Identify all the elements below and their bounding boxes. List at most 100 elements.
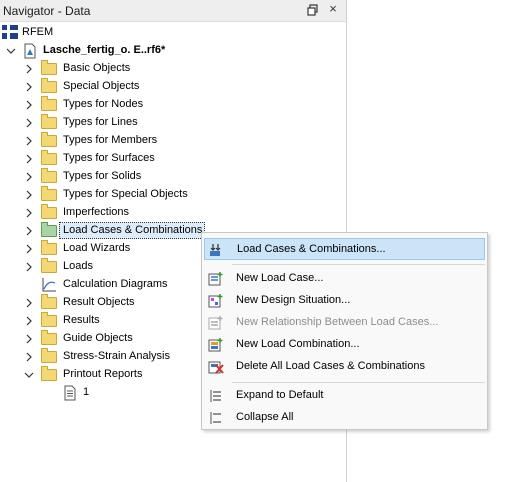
chevron-right-icon[interactable]: [23, 332, 35, 346]
tree-item-types-for-lines[interactable]: Types for Lines: [0, 114, 346, 132]
folder-icon: [41, 330, 57, 347]
load-cases-icon: [209, 242, 225, 258]
folder-open-icon: [41, 366, 57, 383]
folder-icon: [41, 168, 57, 185]
folder-icon: [41, 240, 57, 257]
close-icon[interactable]: ×: [326, 2, 340, 16]
chevron-right-icon[interactable]: [23, 62, 35, 76]
folder-icon: [41, 348, 57, 365]
pin-icon[interactable]: [306, 3, 320, 17]
model-label: Lasche_fertig_o. E..rf6*: [43, 44, 166, 56]
tree-item-label: Guide Objects: [63, 332, 133, 344]
menu-item-load-cases-combinations[interactable]: Load Cases & Combinations...: [204, 238, 485, 260]
folder-icon: [41, 294, 57, 311]
menu-item-collapse-all[interactable]: Collapse All: [204, 407, 485, 429]
menu-item-label: New Design Situation...: [236, 294, 351, 306]
report-document-icon: [62, 385, 78, 401]
menu-item-label: New Relationship Between Load Cases...: [236, 316, 439, 328]
new-load-combination-icon: [208, 337, 224, 353]
tree-root-rfem[interactable]: RFEM: [0, 24, 346, 42]
chevron-right-icon[interactable]: [23, 116, 35, 130]
menu-item-new-design-situation[interactable]: New Design Situation...: [204, 290, 485, 312]
tree-root-label: RFEM: [22, 26, 54, 38]
chevron-down-icon[interactable]: [5, 44, 17, 58]
chevron-right-icon[interactable]: [23, 296, 35, 310]
context-menu: Load Cases & Combinations... New Load Ca…: [201, 232, 488, 430]
tree-item-label: Results: [63, 314, 100, 326]
menu-separator: [232, 264, 485, 265]
folder-icon: [41, 132, 57, 149]
model-file-icon: [22, 43, 38, 59]
chevron-right-icon[interactable]: [23, 98, 35, 112]
diagram-icon: [41, 277, 57, 293]
chevron-down-icon[interactable]: [23, 368, 35, 382]
folder-icon: [41, 222, 57, 239]
rfem-flag-icon: [2, 25, 18, 41]
panel-title: Navigator - Data: [3, 4, 91, 18]
tree-item-label: Types for Surfaces: [63, 152, 155, 164]
tree-item-label: Imperfections: [63, 206, 130, 218]
menu-item-new-relationship[interactable]: New Relationship Between Load Cases...: [204, 312, 485, 334]
menu-item-label: Load Cases & Combinations...: [237, 243, 386, 255]
tree-item-label: Types for Special Objects: [63, 188, 188, 200]
tree-item-label: Printout Reports: [63, 368, 143, 380]
menu-item-label: New Load Combination...: [236, 338, 360, 350]
collapse-icon: [208, 410, 224, 426]
tree-item-label: Load Cases & Combinations: [63, 224, 203, 236]
folder-icon: [41, 78, 57, 95]
tree-model[interactable]: Lasche_fertig_o. E..rf6*: [0, 42, 346, 60]
chevron-right-icon[interactable]: [23, 134, 35, 148]
tree-item-types-for-surfaces[interactable]: Types for Surfaces: [0, 150, 346, 168]
tree-item-types-for-members[interactable]: Types for Members: [0, 132, 346, 150]
tree-item-label: Special Objects: [63, 80, 140, 92]
chevron-right-icon[interactable]: [23, 152, 35, 166]
chevron-right-icon[interactable]: [23, 206, 35, 220]
chevron-right-icon[interactable]: [23, 224, 35, 238]
chevron-right-icon[interactable]: [23, 260, 35, 274]
tree-item-special-objects[interactable]: Special Objects: [0, 78, 346, 96]
chevron-right-icon[interactable]: [23, 350, 35, 364]
tree-item-label: Types for Nodes: [63, 98, 144, 110]
new-load-case-icon: [208, 271, 224, 287]
menu-item-expand-to-default[interactable]: Expand to Default: [204, 385, 485, 407]
new-design-situation-icon: [208, 293, 224, 309]
folder-icon: [41, 186, 57, 203]
tree-item-label: Load Wizards: [63, 242, 131, 254]
menu-item-new-load-combination[interactable]: New Load Combination...: [204, 334, 485, 356]
tree-item-types-for-nodes[interactable]: Types for Nodes: [0, 96, 346, 114]
tree-item-label: Result Objects: [63, 296, 135, 308]
chevron-right-icon[interactable]: [23, 170, 35, 184]
new-relationship-icon: [208, 315, 224, 331]
tree-item-label: Stress-Strain Analysis: [63, 350, 170, 362]
tree-item-imperfections[interactable]: Imperfections: [0, 204, 346, 222]
tree-item-types-for-solids[interactable]: Types for Solids: [0, 168, 346, 186]
menu-item-delete-all[interactable]: Delete All Load Cases & Combinations: [204, 356, 485, 378]
folder-icon: [41, 114, 57, 131]
delete-all-icon: [208, 359, 224, 375]
menu-item-label: Expand to Default: [236, 389, 324, 401]
menu-item-label: Collapse All: [236, 411, 294, 423]
chevron-right-icon[interactable]: [23, 314, 35, 328]
tree-item-label: Types for Solids: [63, 170, 142, 182]
folder-icon: [41, 96, 57, 113]
tree-item-label: Basic Objects: [63, 62, 131, 74]
tree-item-label: Calculation Diagrams: [63, 278, 168, 290]
menu-item-new-load-case[interactable]: New Load Case...: [204, 268, 485, 290]
tree-item-label: Types for Lines: [63, 116, 138, 128]
chevron-right-icon[interactable]: [23, 188, 35, 202]
tree-item-types-for-special-objects[interactable]: Types for Special Objects: [0, 186, 346, 204]
tree-item-basic-objects[interactable]: Basic Objects: [0, 60, 346, 78]
expand-icon: [208, 388, 224, 404]
folder-icon: [41, 312, 57, 329]
menu-separator: [232, 382, 485, 383]
tree-item-label: Types for Members: [63, 134, 158, 146]
chevron-right-icon[interactable]: [23, 242, 35, 256]
folder-icon: [41, 258, 57, 275]
chevron-right-icon[interactable]: [23, 80, 35, 94]
tree-item-label: Loads: [63, 260, 93, 272]
panel-titlebar: Navigator - Data ×: [0, 0, 346, 22]
menu-item-label: Delete All Load Cases & Combinations: [236, 360, 425, 372]
menu-item-label: New Load Case...: [236, 272, 324, 284]
folder-icon: [41, 204, 57, 221]
folder-icon: [41, 60, 57, 77]
